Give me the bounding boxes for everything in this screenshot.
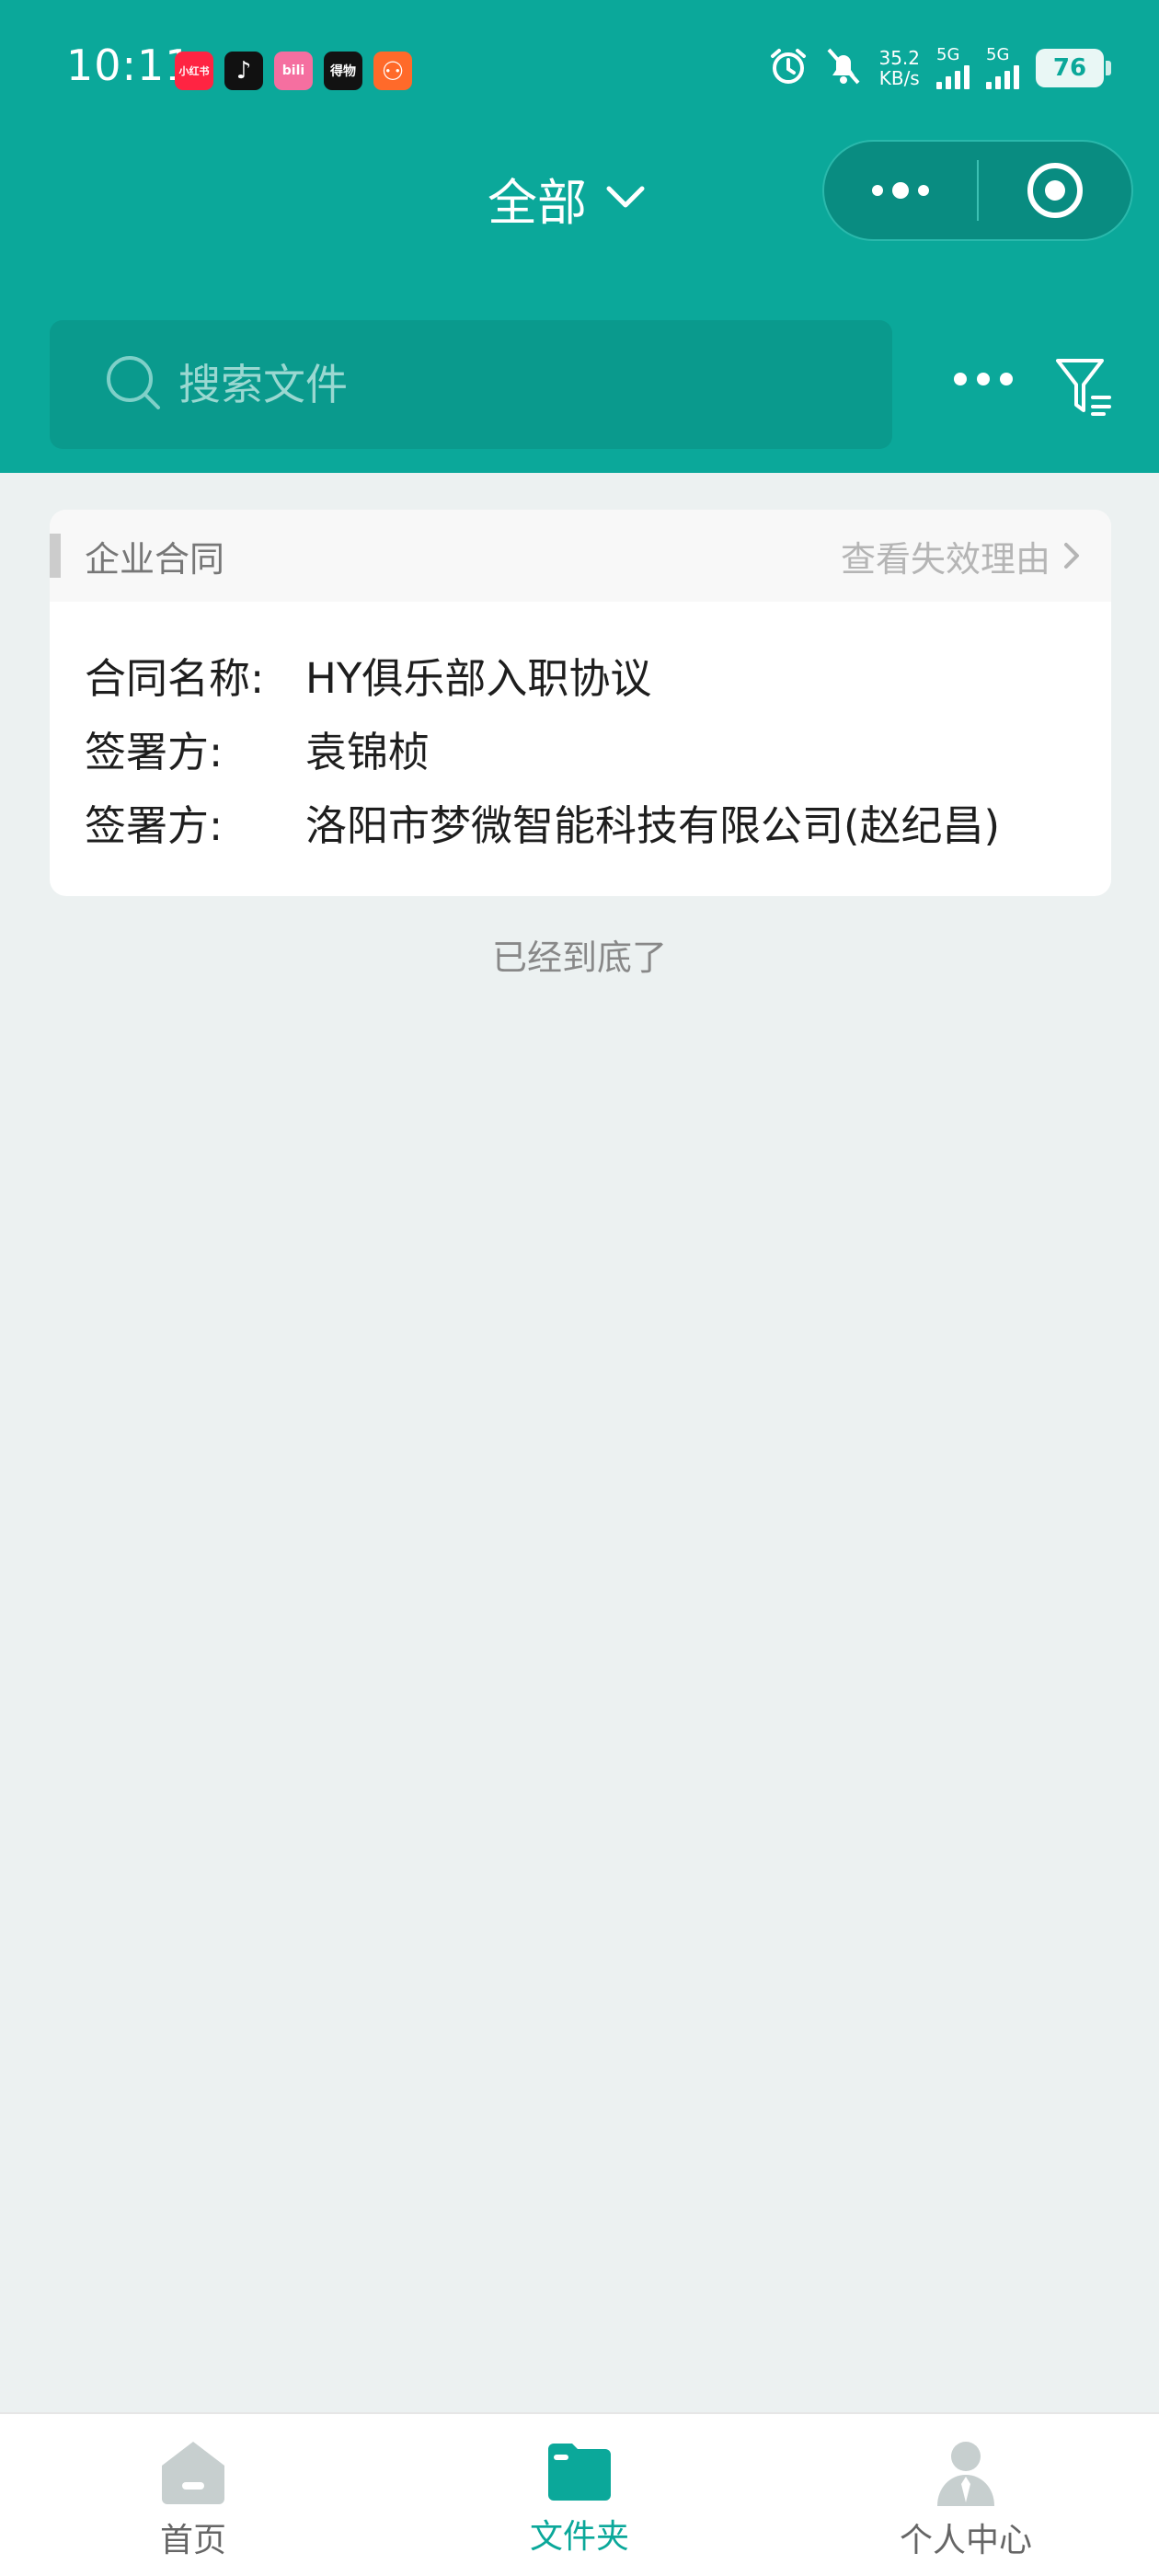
status-bar: 10:11 小红书 ♪ bili 得物 ⚇ 35.2 KB/s 5G 5G 76: [0, 0, 1159, 138]
mute-icon: [825, 46, 862, 90]
contract-name-value: HY俱乐部入职协议: [305, 654, 652, 703]
contract-name-row: 合同名称: HY俱乐部入职协议: [85, 642, 1111, 716]
more-dots-icon: [872, 182, 929, 199]
tab-label: 文件夹: [529, 2518, 629, 2556]
miniprogram-capsule: [822, 140, 1133, 241]
more-dots-icon: [954, 373, 1013, 385]
field-label: 签署方:: [85, 728, 224, 776]
tab-profile[interactable]: 个人中心: [773, 2414, 1159, 2576]
notification-app-icons: 小红书 ♪ bili 得物 ⚇: [175, 52, 412, 90]
field-label: 合同名称:: [85, 654, 265, 703]
dewu-icon: 得物: [324, 52, 362, 90]
search-icon: [105, 354, 162, 415]
douyin-icon: ♪: [224, 52, 263, 90]
tab-label: 首页: [159, 2522, 226, 2559]
capsule-more-button[interactable]: [824, 142, 977, 239]
signal-sim1: 5G: [936, 47, 970, 89]
filter-icon: [1056, 359, 1111, 416]
signal-sim2: 5G: [986, 47, 1019, 89]
tab-label: 个人中心: [899, 2522, 1032, 2559]
alarm-icon: [768, 46, 809, 90]
list-end-text: 已经到底了: [491, 937, 667, 978]
view-invalid-reason-link[interactable]: 查看失效理由: [841, 531, 1080, 581]
folder-selector[interactable]: 全部: [488, 162, 646, 235]
user-icon: [937, 2442, 994, 2506]
header: 10:11 小红书 ♪ bili 得物 ⚇ 35.2 KB/s 5G 5G 76…: [0, 0, 1159, 473]
status-time: 10:11: [66, 40, 193, 90]
target-icon: [1027, 163, 1083, 218]
field-label: 签署方:: [85, 801, 224, 850]
taobao-icon: ⚇: [373, 52, 412, 90]
bilibili-icon: bili: [274, 52, 313, 90]
more-button[interactable]: [951, 370, 1016, 392]
card-header: 企业合同 查看失效理由: [50, 510, 1111, 602]
search-bar[interactable]: [50, 320, 892, 449]
xiaohongshu-icon: 小红书: [175, 52, 213, 90]
signer-value: 袁锦桢: [305, 728, 430, 776]
contract-type-label: 企业合同: [85, 538, 225, 580]
signer-row: 签署方: 洛阳市梦微智能科技有限公司(赵纪昌): [85, 789, 1111, 863]
chevron-down-icon: [605, 183, 646, 214]
page-title: 全部: [488, 174, 587, 232]
signer-value: 洛阳市梦微智能科技有限公司(赵纪昌): [305, 801, 1001, 850]
net-speed: 35.2 KB/s: [878, 47, 920, 89]
contract-card[interactable]: 企业合同 查看失效理由 合同名称: HY俱乐部入职协议 签署方: 袁锦桢 签署方…: [50, 510, 1111, 896]
bottom-tab-bar: 首页 文件夹 个人中心: [0, 2412, 1159, 2576]
status-indicators: 35.2 KB/s 5G 5G 76: [768, 46, 1111, 90]
search-input[interactable]: [178, 360, 822, 409]
home-icon: [162, 2442, 224, 2504]
tab-folder[interactable]: 文件夹: [386, 2414, 773, 2576]
tab-home[interactable]: 首页: [0, 2414, 386, 2576]
capsule-close-button[interactable]: [979, 142, 1131, 239]
card-body: 合同名称: HY俱乐部入职协议 签署方: 袁锦桢 签署方: 洛阳市梦微智能科技有…: [50, 602, 1111, 863]
folder-icon: [548, 2444, 611, 2501]
chevron-right-icon: [1064, 543, 1079, 569]
filter-button[interactable]: [1054, 355, 1113, 421]
signer-row: 签署方: 袁锦桢: [85, 716, 1111, 789]
battery-indicator: 76: [1036, 49, 1111, 87]
